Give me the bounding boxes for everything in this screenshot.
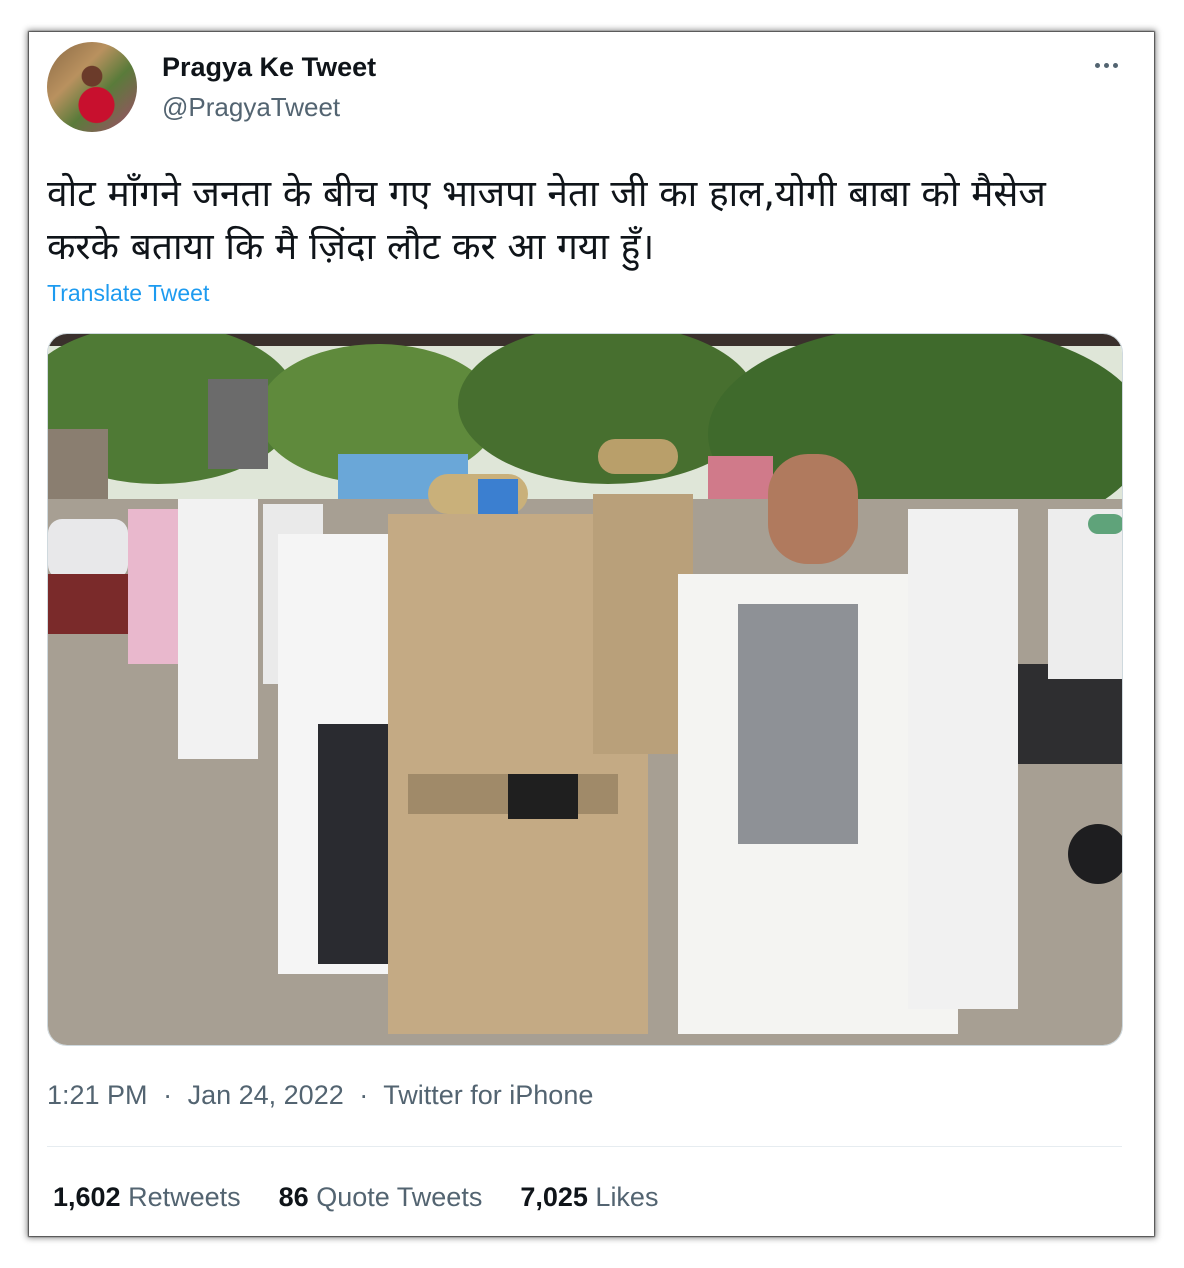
meta-separator: · bbox=[163, 1080, 173, 1110]
likes-stat[interactable]: 7,025 Likes bbox=[520, 1182, 658, 1213]
more-dot bbox=[1094, 62, 1100, 68]
tweet-meta: 1:21 PM · Jan 24, 2022 · Twitter for iPh… bbox=[47, 1080, 593, 1111]
likes-label: Likes bbox=[595, 1182, 659, 1212]
tweet-date[interactable]: Jan 24, 2022 bbox=[188, 1080, 344, 1110]
retweets-count: 1,602 bbox=[53, 1182, 121, 1212]
likes-count: 7,025 bbox=[520, 1182, 588, 1212]
tweet-source[interactable]: Twitter for iPhone bbox=[383, 1080, 593, 1110]
tweet-text: वोट माँगने जनता के बीच गए भाजपा नेता जी … bbox=[47, 172, 1046, 268]
retweets-stat[interactable]: 1,602 Retweets bbox=[53, 1182, 241, 1213]
tweet-photo[interactable] bbox=[47, 333, 1123, 1046]
more-dot bbox=[1112, 62, 1118, 68]
author-handle[interactable]: @PragyaTweet bbox=[162, 92, 340, 123]
quote-tweets-stat[interactable]: 86 Quote Tweets bbox=[279, 1182, 483, 1213]
meta-separator: · bbox=[359, 1080, 369, 1110]
profile-avatar[interactable] bbox=[47, 42, 137, 132]
street-scene-photo bbox=[48, 334, 1122, 1045]
tweet-card: Pragya Ke Tweet @PragyaTweet वोट माँगने … bbox=[29, 32, 1154, 1236]
tweet-stats: 1,602 Retweets 86 Quote Tweets 7,025 Lik… bbox=[53, 1182, 658, 1213]
author-display-name[interactable]: Pragya Ke Tweet bbox=[162, 52, 376, 83]
tweet-time[interactable]: 1:21 PM bbox=[47, 1080, 148, 1110]
more-options-icon[interactable] bbox=[1086, 50, 1126, 80]
quotes-count: 86 bbox=[278, 1182, 309, 1212]
divider bbox=[47, 1146, 1122, 1147]
translate-tweet-link[interactable]: Translate Tweet bbox=[47, 280, 209, 307]
retweets-label: Retweets bbox=[128, 1182, 241, 1212]
quotes-label: Quote Tweets bbox=[316, 1182, 483, 1212]
more-dot bbox=[1103, 62, 1109, 68]
